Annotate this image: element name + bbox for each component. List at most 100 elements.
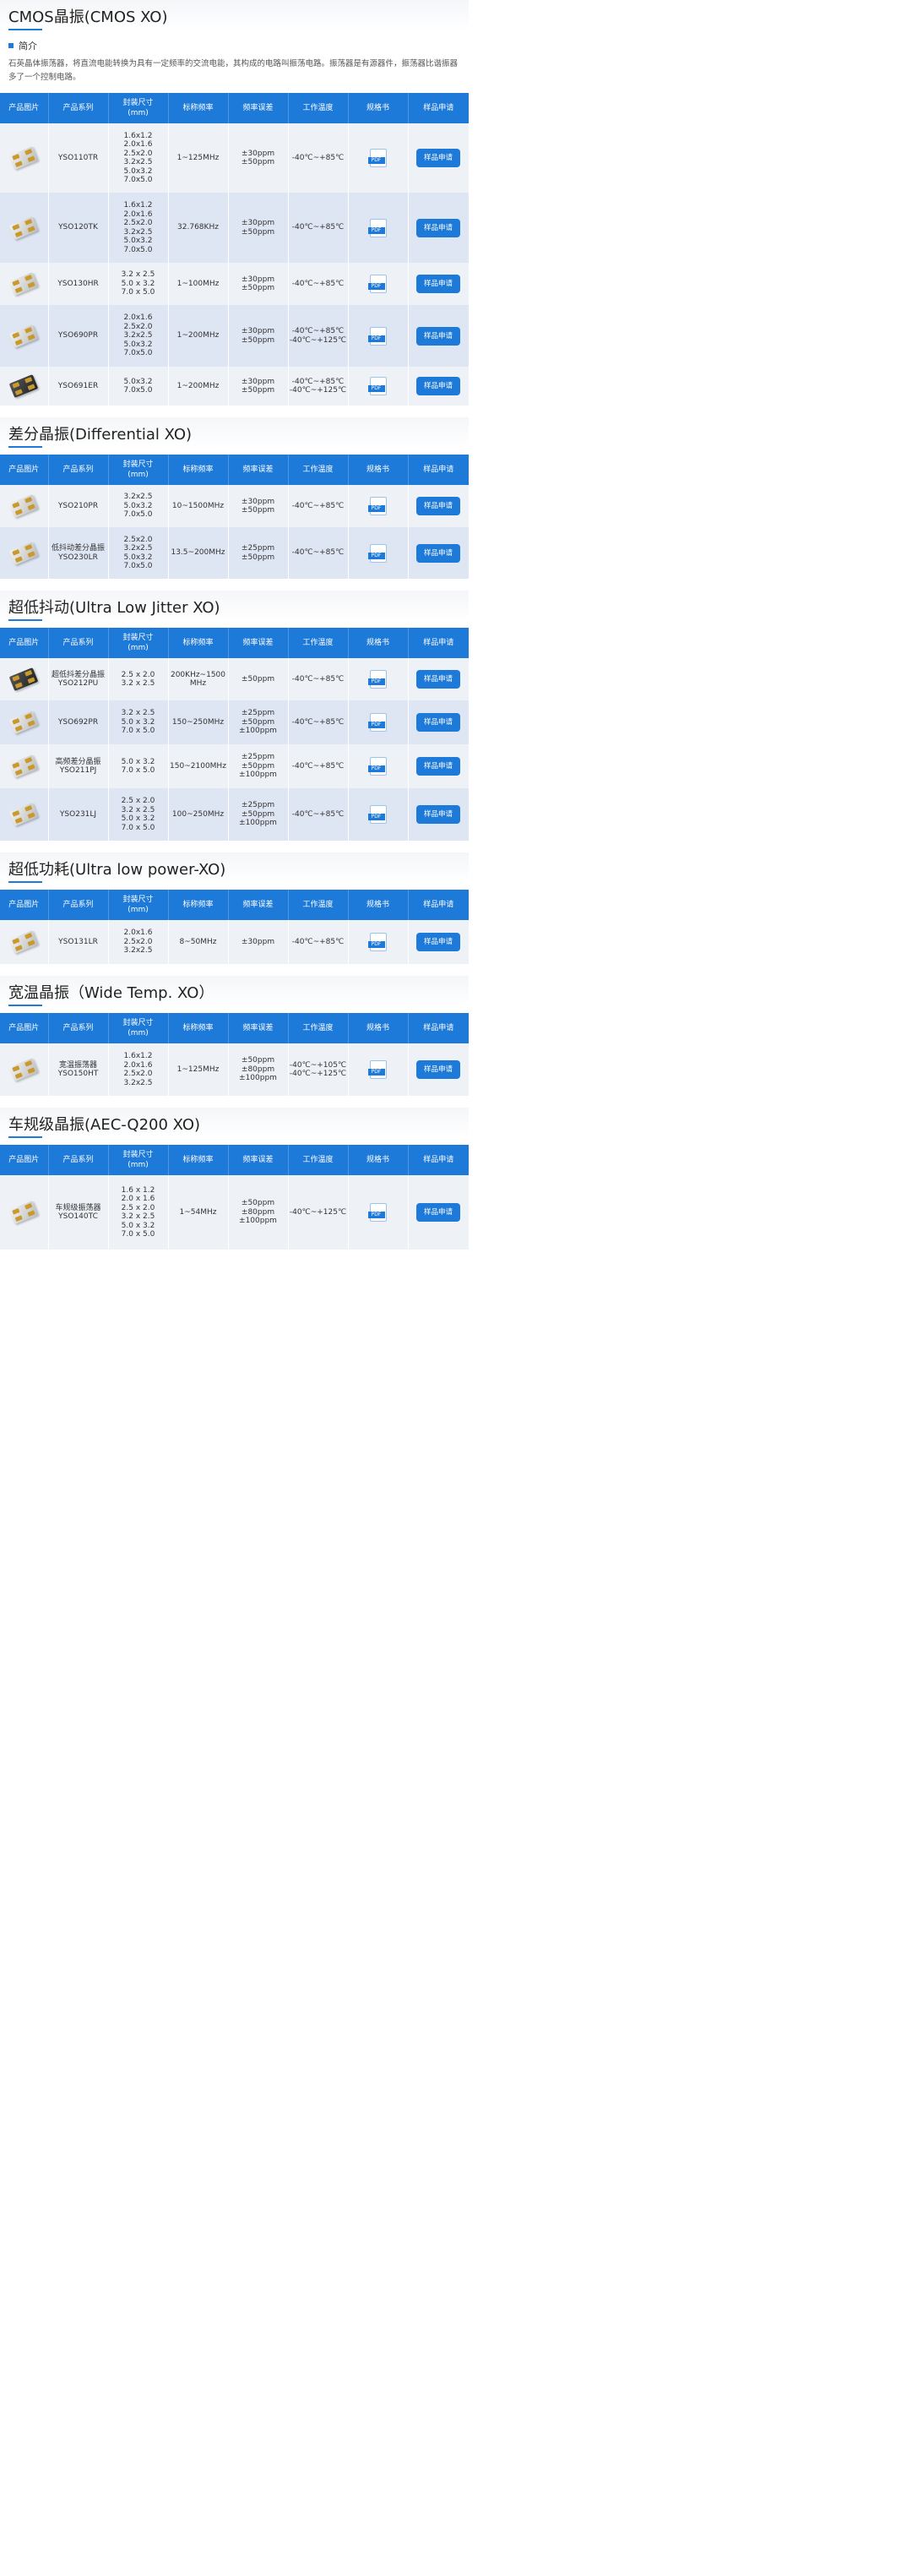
nominal-frequency: 100~250MHz (168, 788, 229, 841)
pdf-icon[interactable]: PDF (367, 713, 387, 732)
pdf-icon[interactable]: PDF (367, 933, 387, 951)
sample-request-button[interactable]: 样品申请 (416, 543, 460, 563)
sample-request-cell: 样品申请 (408, 367, 470, 406)
crystal-chip-image (7, 800, 41, 830)
sample-request-button[interactable]: 样品申请 (416, 497, 460, 515)
pdf-label: PDF (367, 552, 385, 559)
column-header: 规格书 (348, 1013, 409, 1043)
sample-request-button[interactable]: 样品申请 (416, 1060, 460, 1079)
nominal-frequency: 32.768KHz (168, 193, 229, 263)
section-underline (8, 446, 42, 448)
product-image-cell (0, 263, 49, 305)
table-row: YSO120TK 1.6x1.2 2.0x1.6 2.5x2.0 3.2x2.5 5.0x… (0, 193, 470, 263)
crystal-chip-image (7, 1055, 41, 1085)
sample-request-cell: 样品申请 (408, 1175, 470, 1250)
operating-temperature: -40℃~+85℃ (288, 263, 349, 305)
pdf-icon[interactable]: PDF (367, 543, 387, 563)
sample-request-button[interactable]: 样品申请 (416, 1203, 460, 1222)
bullet-square-icon (8, 43, 14, 48)
product-section: 超低功耗(Ultra low power-XO) 产品图片 产品系列 封装尺寸 (mm)… (0, 852, 470, 976)
intro-label-text: 简介 (19, 41, 37, 52)
nominal-frequency: 200KHz~1500 MHz (168, 658, 229, 700)
product-section: 差分晶振(Differential XO) 产品图片 产品系列 封装尺寸 (mm) 标称频… (0, 417, 470, 591)
nominal-frequency: 1~54MHz (168, 1175, 229, 1250)
frequency-tolerance: ±50ppm (228, 658, 289, 700)
crystal-chip-image (7, 492, 41, 521)
crystal-chip-image (7, 708, 41, 738)
pdf-icon[interactable]: PDF (367, 326, 387, 346)
pdf-icon[interactable]: PDF (367, 218, 387, 237)
column-header: 封装尺寸 (mm) (108, 455, 169, 485)
product-image-cell (0, 193, 49, 263)
pdf-icon[interactable]: PDF (367, 149, 387, 167)
nominal-frequency: 1~125MHz (168, 123, 229, 193)
column-header: 工作温度 (288, 455, 349, 485)
product-image-cell (0, 1175, 49, 1250)
sample-request-cell: 样品申请 (408, 1043, 470, 1096)
table-row: 车规级振荡器 YSO140TC 1.6 x 1.2 2.0 x 1.6 2.5 x 2.… (0, 1175, 470, 1250)
nominal-frequency: 150~250MHz (168, 700, 229, 744)
pdf-icon[interactable]: PDF (367, 1203, 387, 1222)
page-root: CMOS晶振(CMOS XO) 简介 石英晶体振荡器，将直流电能转换为具有一定频率的… (0, 0, 470, 1250)
datasheet-cell: PDF (348, 305, 409, 367)
pdf-icon[interactable]: PDF (367, 377, 387, 395)
section-underline (8, 29, 42, 30)
product-image-cell (0, 700, 49, 744)
section-underline (8, 881, 42, 883)
product-image-cell (0, 788, 49, 841)
table-row: YSO210PR 3.2x2.5 5.0x3.2 7.0x5.0 10~1500MHz ±… (0, 485, 470, 527)
pdf-label: PDF (367, 678, 385, 685)
sample-request-button[interactable]: 样品申请 (416, 713, 460, 732)
frequency-tolerance: ±50ppm ±80ppm ±100ppm (228, 1043, 289, 1096)
column-header: 规格书 (348, 1145, 409, 1175)
table-header-row: 产品图片 产品系列 封装尺寸 (mm) 标称频率 频率误差 工作温度 规格书 样品申请 (0, 1145, 469, 1175)
sample-request-cell: 样品申请 (408, 305, 470, 367)
pdf-label: PDF (367, 765, 385, 772)
pdf-label: PDF (367, 814, 385, 820)
product-series: 高频差分晶振 YSO211PJ (48, 744, 109, 788)
sample-request-button[interactable]: 样品申请 (416, 149, 460, 167)
frequency-tolerance: ±25ppm ±50ppm ±100ppm (228, 700, 289, 744)
pdf-icon[interactable]: PDF (367, 670, 387, 689)
sample-request-button[interactable]: 样品申请 (416, 933, 460, 951)
crystal-chip-image (7, 1198, 41, 1228)
product-series: YSO131LR (48, 920, 109, 964)
pdf-icon[interactable]: PDF (367, 1060, 387, 1079)
sample-request-cell: 样品申请 (408, 123, 470, 193)
pdf-icon[interactable]: PDF (367, 757, 387, 776)
pdf-icon[interactable]: PDF (367, 275, 387, 293)
package-size: 2.0x1.6 2.5x2.0 3.2x2.5 (108, 920, 169, 964)
pdf-icon[interactable]: PDF (367, 805, 387, 824)
table-header-row: 产品图片 产品系列 封装尺寸 (mm) 标称频率 频率误差 工作温度 规格书 样品申请 (0, 1013, 469, 1043)
product-image-cell (0, 305, 49, 367)
column-header: 样品申请 (408, 1013, 469, 1043)
sample-request-button[interactable]: 样品申请 (416, 275, 460, 293)
sample-request-button[interactable]: 样品申请 (416, 218, 460, 237)
sample-request-button[interactable]: 样品申请 (416, 670, 460, 689)
table-header-row: 产品图片 产品系列 封装尺寸 (mm) 标称频率 频率误差 工作温度 规格书 样品申请 (0, 455, 469, 485)
operating-temperature: -40℃~+85℃ -40℃~+125℃ (288, 305, 349, 367)
sample-request-button[interactable]: 样品申请 (416, 326, 460, 346)
package-size: 2.5 x 2.0 3.2 x 2.5 5.0 x 3.2 7.0 x 5.0 (108, 788, 169, 841)
operating-temperature: -40℃~+85℃ (288, 658, 349, 700)
column-header: 产品系列 (48, 93, 109, 123)
datasheet-cell: PDF (348, 700, 409, 744)
table-row: YSO131LR 2.0x1.6 2.5x2.0 3.2x2.5 8~50MHz ±30p… (0, 920, 470, 964)
column-header: 工作温度 (288, 1145, 349, 1175)
sample-request-button[interactable]: 样品申请 (416, 757, 460, 776)
sample-request-button[interactable]: 样品申请 (416, 377, 460, 395)
pdf-label: PDF (367, 941, 385, 948)
section-gap (0, 964, 469, 976)
pdf-icon[interactable]: PDF (367, 497, 387, 515)
column-header: 产品系列 (48, 890, 109, 920)
product-image-cell (0, 485, 49, 527)
section-header: CMOS晶振(CMOS XO) (0, 0, 469, 30)
package-size: 1.6 x 1.2 2.0 x 1.6 2.5 x 2.0 3.2 x 2.5 5.0 … (108, 1175, 169, 1250)
column-header: 封装尺寸 (mm) (108, 628, 169, 658)
sample-request-cell: 样品申请 (408, 193, 470, 263)
product-series: YSO231LJ (48, 788, 109, 841)
product-image-cell (0, 1043, 49, 1096)
pdf-label: PDF (367, 385, 385, 392)
sample-request-button[interactable]: 样品申请 (416, 805, 460, 824)
operating-temperature: -40℃~+85℃ (288, 700, 349, 744)
